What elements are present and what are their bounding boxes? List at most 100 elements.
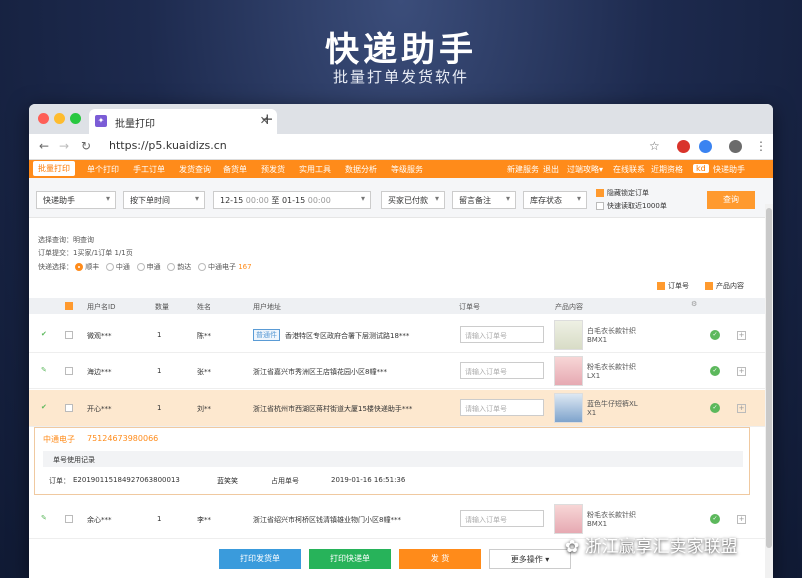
remark-select[interactable]: 留言备注: [452, 191, 516, 209]
hide-locked-option[interactable]: 隐藏锁定订单: [596, 188, 649, 198]
more-menu-icon[interactable]: ⋮: [755, 139, 767, 153]
carrier-radio-yunda[interactable]: [167, 263, 176, 271]
row-user: 海边***: [87, 368, 112, 376]
expand-row-icon[interactable]: +: [737, 515, 746, 524]
fast-read-option[interactable]: 快速读取近1000单: [596, 201, 667, 211]
payment-status-select[interactable]: 买家已付款: [381, 191, 445, 209]
menu-item-contact[interactable]: 在线联系: [613, 164, 645, 175]
header-user-id: 用户名ID: [87, 303, 116, 311]
carrier-count: 167: [238, 263, 252, 271]
expand-row-icon[interactable]: +: [737, 331, 746, 340]
toggle-product[interactable]: 产品内容: [705, 281, 744, 291]
order-summary: 订单提交：1买家/1订单 1/1页: [38, 249, 133, 257]
brand-badge: kd: [693, 164, 709, 173]
table-row[interactable]: ✔ 微观*** 1 陈** 普通件 香港特区专区政府合署下层测试路18*** 请…: [29, 318, 773, 353]
url-field[interactable]: https://p5.kuaidizs.cn: [109, 139, 227, 152]
menu-item-batch-print[interactable]: 批量打印: [33, 161, 75, 176]
maximize-window-icon[interactable]: [70, 113, 81, 124]
toggle-product-checkbox[interactable]: [705, 282, 713, 290]
row-edit-icon[interactable]: ✎: [41, 514, 47, 522]
row-checkbox[interactable]: [65, 515, 73, 523]
menu-item-new-service[interactable]: 新建服务: [507, 164, 539, 175]
more-actions-button[interactable]: 更多操作 ▾: [489, 549, 571, 569]
settings-gear-icon[interactable]: ⚙: [691, 300, 697, 308]
hero-title: 快递助手: [325, 30, 477, 70]
row-checkbox[interactable]: [65, 331, 73, 339]
row-address: 香港特区专区政府合署下层测试路18***: [285, 332, 410, 340]
profile-icon[interactable]: [729, 140, 742, 153]
forward-icon[interactable]: →: [59, 139, 69, 153]
menu-item-single-print[interactable]: 单个打印: [87, 164, 119, 175]
menu-item-logout[interactable]: 退出: [543, 164, 559, 175]
date-range-picker[interactable]: 12-15 00:00 至 01-15 00:00: [213, 191, 371, 209]
star-icon[interactable]: ☆: [649, 139, 660, 153]
scrollbar-thumb[interactable]: [766, 208, 772, 548]
status-ok-icon: ✓: [710, 330, 720, 340]
menu-item-qualification[interactable]: 近期资格: [651, 164, 683, 175]
minimize-window-icon[interactable]: [54, 113, 65, 124]
hide-locked-checkbox[interactable]: [596, 189, 604, 197]
row-address: 浙江省嘉兴市秀洲区王店镇花园小区8幢***: [253, 368, 387, 376]
extension-blue-icon[interactable]: [699, 140, 712, 153]
row-done-check-icon: ✔: [41, 403, 47, 411]
row-edit-icon[interactable]: ✎: [41, 366, 47, 374]
row-qty: 1: [157, 404, 162, 412]
new-tab-icon[interactable]: +: [261, 110, 274, 128]
product-image: [554, 356, 583, 386]
filter-toolbar: 快递助手 按下单时间 12-15 00:00 至 01-15 00:00 买家已…: [29, 178, 773, 218]
expand-row-icon[interactable]: +: [737, 404, 746, 413]
ship-button[interactable]: 发 货: [399, 549, 481, 569]
carrier-sf: 顺丰: [85, 263, 100, 271]
print-waybill-button[interactable]: 打印快递单: [309, 549, 391, 569]
menu-item-tools[interactable]: 实用工具: [299, 164, 331, 175]
browser-tab[interactable]: ✦ 批量打印 ✕: [89, 109, 277, 134]
extension-red-icon[interactable]: [677, 140, 690, 153]
row-address: 浙江省绍兴市柯桥区钱清镇雄业物门小区8幢***: [253, 516, 401, 524]
row-checkbox[interactable]: [65, 367, 73, 375]
row-name: 张**: [197, 368, 211, 376]
carrier-radio-zto-e[interactable]: [197, 263, 206, 271]
carrier-radio-zto[interactable]: [105, 263, 114, 271]
scrollbar[interactable]: [765, 204, 773, 578]
fast-read-checkbox[interactable]: [596, 202, 604, 210]
wechat-icon: ✿: [565, 537, 585, 557]
row-name: 陈**: [197, 332, 211, 340]
order-number-input[interactable]: 请输入订单号: [460, 326, 544, 343]
toggle-order-no[interactable]: 订单号: [657, 281, 689, 291]
row-checkbox[interactable]: [65, 404, 73, 412]
carrier-zto: 中通: [115, 263, 130, 271]
menu-item-stock-list[interactable]: 备货单: [223, 164, 247, 175]
time-type-select[interactable]: 按下单时间: [123, 191, 205, 209]
back-icon[interactable]: ←: [39, 139, 49, 153]
browser-tabbar: ✦ 批量打印 ✕ +: [29, 104, 773, 134]
reload-icon[interactable]: ↻: [81, 139, 91, 153]
carrier-radio-sf[interactable]: [75, 263, 84, 271]
row-name: 李**: [197, 516, 211, 524]
search-button[interactable]: 查询: [707, 191, 755, 209]
order-number-input[interactable]: 请输入订单号: [460, 399, 544, 416]
menu-item-shipping-query[interactable]: 发货查询: [179, 164, 211, 175]
toggle-order-no-checkbox[interactable]: [657, 282, 665, 290]
menu-item-manual-order[interactable]: 手工订单: [133, 164, 165, 175]
product-image: [554, 504, 583, 534]
close-window-icon[interactable]: [38, 113, 49, 124]
order-number-input[interactable]: 请输入订单号: [460, 510, 544, 527]
order-number-input[interactable]: 请输入订单号: [460, 362, 544, 379]
shop-select[interactable]: 快递助手: [36, 191, 116, 209]
menu-item-level[interactable]: 等级服务: [391, 164, 423, 175]
menu-item-guide[interactable]: 过端攻略▾: [567, 164, 603, 175]
row-user: 余心***: [87, 516, 112, 524]
print-invoice-button[interactable]: 打印发货单: [219, 549, 301, 569]
expand-row-icon[interactable]: +: [737, 367, 746, 376]
table-row-selected[interactable]: ✔ 开心*** 1 刘** 浙江省杭州市西湖区蒋村街道大厦15楼快递助手*** …: [29, 390, 773, 427]
menu-item-preship[interactable]: 预发货: [261, 164, 285, 175]
carrier-radio-sto[interactable]: [136, 263, 145, 271]
select-all-checkbox[interactable]: [65, 302, 73, 310]
table-row[interactable]: ✎ 海边*** 1 张** 浙江省嘉兴市秀洲区王店镇花园小区8幢*** 请输入订…: [29, 354, 773, 389]
panel-order-label: 订单：: [49, 477, 70, 485]
product-image: [554, 320, 583, 350]
menu-item-analysis[interactable]: 数据分析: [345, 164, 377, 175]
app-favicon-icon: ✦: [95, 115, 107, 127]
panel-waybill-number: 75124673980066: [87, 434, 159, 443]
stock-status-select[interactable]: 库存状态: [523, 191, 587, 209]
